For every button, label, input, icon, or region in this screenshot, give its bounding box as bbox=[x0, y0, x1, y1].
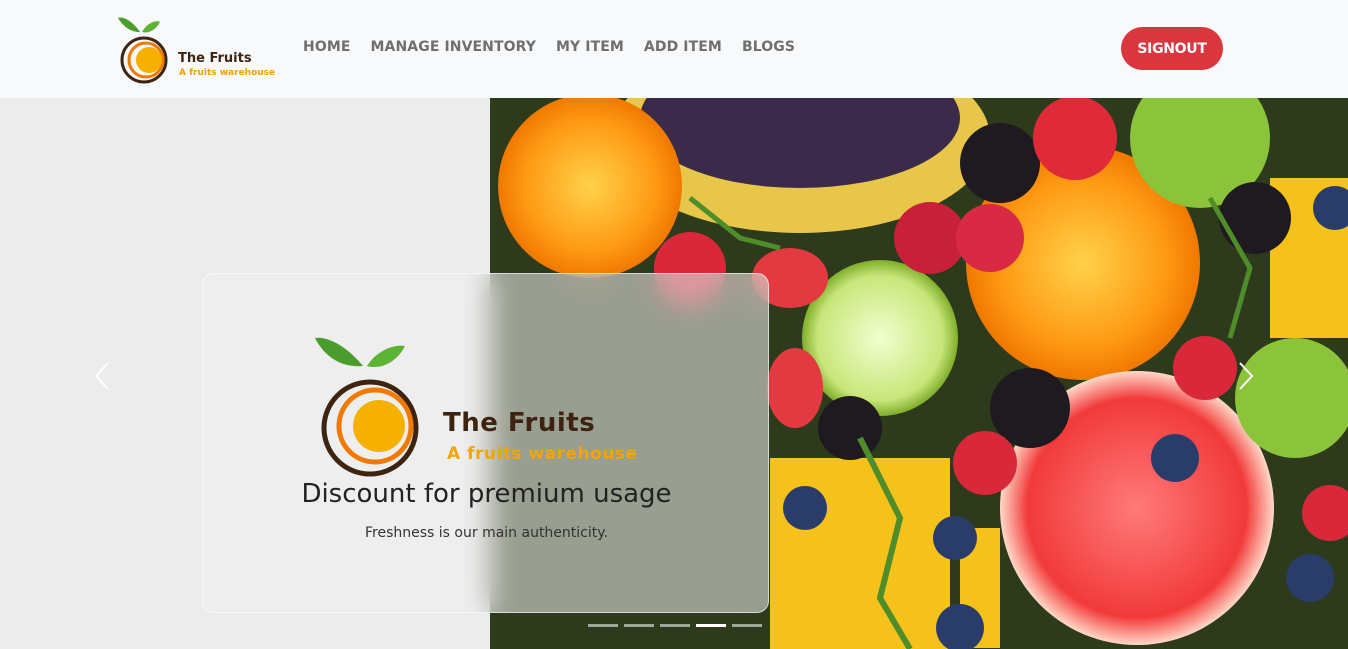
nav-add-item[interactable]: ADD ITEM bbox=[644, 39, 722, 55]
carousel-prev-button[interactable] bbox=[84, 350, 120, 402]
carousel-indicator[interactable] bbox=[588, 624, 618, 627]
main-nav: HOME MANAGE INVENTORY MY ITEM ADD ITEM B… bbox=[303, 39, 795, 55]
carousel-next-button[interactable] bbox=[1228, 350, 1264, 402]
brand-title: The Fruits bbox=[178, 51, 252, 66]
caption-title: Discount for premium usage bbox=[301, 479, 672, 509]
carousel-indicator[interactable] bbox=[624, 624, 654, 627]
caption-logo-subtitle: A fruits warehouse bbox=[447, 444, 638, 464]
hero-carousel: The Fruits A fruits warehouse Discount f… bbox=[0, 98, 1348, 649]
carousel-indicator[interactable] bbox=[732, 624, 762, 627]
caption-logo-title: The Fruits bbox=[443, 408, 596, 438]
brand-logo[interactable]: The Fruits A fruits warehouse bbox=[118, 14, 280, 86]
caption-logo: The Fruits A fruits warehouse bbox=[313, 326, 663, 478]
nav-manage-inventory[interactable]: MANAGE INVENTORY bbox=[371, 39, 537, 55]
chevron-left-icon bbox=[94, 362, 109, 390]
carousel-caption: The Fruits A fruits warehouse Discount f… bbox=[202, 273, 769, 613]
carousel-indicator[interactable] bbox=[660, 624, 690, 627]
nav-blogs[interactable]: BLOGS bbox=[742, 39, 795, 55]
carousel-indicators bbox=[588, 624, 762, 627]
nav-my-item[interactable]: MY ITEM bbox=[556, 39, 624, 55]
caption-text: Freshness is our main authenticity. bbox=[365, 525, 608, 541]
carousel-indicator-active[interactable] bbox=[696, 624, 726, 627]
chevron-right-icon bbox=[1239, 362, 1254, 390]
brand-subtitle: A fruits warehouse bbox=[179, 68, 276, 78]
navbar: The Fruits A fruits warehouse HOME MANAG… bbox=[0, 0, 1348, 98]
signout-button[interactable]: SIGNOUT bbox=[1121, 27, 1223, 70]
nav-home[interactable]: HOME bbox=[303, 39, 351, 55]
